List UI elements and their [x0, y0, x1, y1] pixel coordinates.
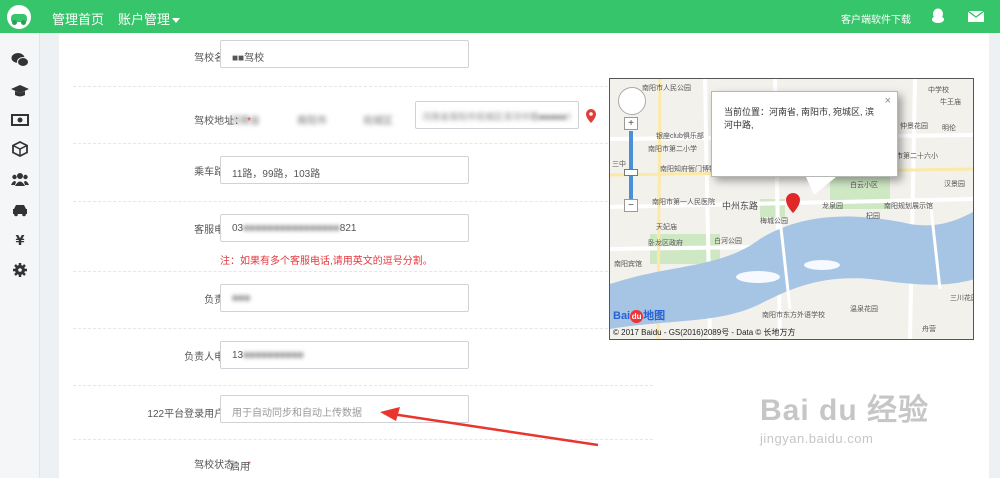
map-label-ziqi: 汉景园	[944, 181, 965, 188]
form-row-manager: 负责人：* ■■■	[73, 272, 653, 329]
location-info-text: 当前位置：河南省, 南阳市, 宛城区, 滨河中路,	[724, 107, 875, 130]
car-logo-icon[interactable]	[7, 5, 31, 29]
map-label-tianji: 天妃庙	[656, 224, 677, 231]
map-label-school-east: 南阳市东方外语学校	[762, 312, 825, 319]
map-label-zhongshan: 中学校	[928, 87, 949, 94]
map-label-sanchuan: 三川花园	[950, 295, 973, 302]
map-label-baiyun: 白云小区	[850, 182, 878, 189]
mail-icon[interactable]	[968, 11, 984, 22]
users-icon[interactable]	[11, 171, 29, 187]
form-row-service-phone: 客服电话：* 03■■■■■■■■■■■■■■■■821 注：如果有多个客服电话…	[73, 202, 653, 272]
map-label-club: 银座club俱乐部	[656, 133, 704, 140]
left-sidebar: ¥	[0, 33, 40, 478]
client-download-link[interactable]: 客户端软件下载	[841, 11, 911, 26]
map-label-baihe: 白河公园	[714, 238, 742, 245]
map-label-zhonghua: 仲景花园	[900, 123, 928, 130]
map-marker-icon[interactable]	[586, 109, 596, 123]
school-status-label: 驾校状态： *	[194, 460, 251, 471]
school-address-label: 驾校地址： *	[194, 116, 251, 127]
qq-penguin-icon[interactable]	[931, 8, 945, 24]
map-label-fuyou: 明伦	[942, 125, 956, 132]
top-navigation-bar: 管理首页 账户管理 客户端软件下载	[0, 0, 1000, 33]
map-label-longquan: 龙泉园	[822, 203, 843, 210]
address-detail-input[interactable]: 河南省南阳市宛城区滨河中路■■■■■!!	[415, 101, 579, 129]
manager-input[interactable]: ■■■	[220, 284, 469, 312]
map-label-binhe: 南阳宾馆	[614, 261, 642, 268]
annotation-arrow-icon	[380, 407, 599, 447]
map-pan-control[interactable]	[618, 87, 646, 115]
map-label-qiyuan: 杞园	[866, 213, 880, 220]
map-label-park: 南阳市人民公园	[642, 85, 691, 92]
map-label-meicheng: 梅城公园	[760, 218, 788, 225]
money-icon[interactable]	[11, 112, 29, 128]
zoom-slider-handle[interactable]	[624, 169, 638, 176]
zoom-in-button[interactable]: +	[624, 117, 638, 130]
zoom-out-button[interactable]: −	[624, 199, 638, 212]
map-label-school2: 南阳市第二小学	[648, 146, 697, 153]
yuan-icon[interactable]: ¥	[11, 232, 29, 248]
service-phone-hint: 注：如果有多个客服电话,请用英文的逗号分割。	[220, 256, 433, 267]
district-select[interactable]: 宛城区	[363, 112, 393, 127]
nav-account-label: 账户管理	[118, 12, 171, 27]
map-label-hospital: 南阳市第一人民医院	[652, 199, 715, 206]
manager-phone-input[interactable]: 13■■■■■■■■■■	[220, 341, 469, 369]
bus-route-input[interactable]: 11路，99路，103路	[220, 156, 469, 184]
map-label-road-main: 中州东路	[722, 201, 759, 211]
zoom-slider-track[interactable]	[629, 131, 633, 199]
map-label-wolong: 卧龙区政府	[648, 240, 683, 247]
map-copyright: © 2017 Baidu - GS(2016)2089号 - Data © 长地…	[613, 328, 796, 337]
service-phone-input[interactable]: 03■■■■■■■■■■■■■■■■821	[220, 214, 469, 242]
svg-text:¥: ¥	[15, 234, 24, 248]
chevron-down-icon	[172, 18, 181, 24]
form-row-school-address: 驾校地址： * 河南省 南阳市 宛城区 河南省南阳市宛城区滨河中路■■■■■!!	[73, 87, 653, 144]
gear-icon[interactable]	[11, 262, 29, 278]
nav-account-menu[interactable]: 账户管理	[118, 9, 181, 28]
form-row-school-name: 驾校名称：* ■■驾校	[73, 33, 653, 87]
form-row-manager-phone: 负责人电话：* 13■■■■■■■■■■	[73, 329, 653, 386]
location-info-window: 当前位置：河南省, 南阳市, 宛城区, 滨河中路, ×	[711, 91, 898, 177]
wechat-icon[interactable]	[11, 52, 29, 68]
info-window-tail	[806, 177, 836, 195]
baidu-map[interactable]: 南阳市人民公园 银座club俱乐部 南阳市第二小学 南阳知府衙门博物馆 南阳市第…	[609, 78, 974, 340]
graduation-cap-icon[interactable]	[11, 83, 29, 99]
baidu-map-logo: Bai du 地图	[613, 310, 666, 323]
province-select[interactable]: 河南省	[230, 112, 260, 127]
map-label-niuwang: 牛王庙	[940, 99, 961, 106]
car-icon[interactable]	[11, 202, 29, 218]
location-marker-icon[interactable]	[786, 193, 800, 213]
map-label-planning: 南阳规划展示馆	[884, 203, 933, 210]
city-select[interactable]: 南阳市	[297, 112, 327, 127]
map-label-zhuzhou: 舟营	[922, 326, 936, 333]
school-name-input[interactable]: ■■驾校	[220, 40, 469, 68]
school-status-value[interactable]: 启用	[230, 458, 250, 473]
nav-home-link[interactable]: 管理首页	[52, 9, 104, 28]
info-window-close-icon[interactable]: ×	[885, 95, 891, 108]
form-row-bus-route: 乘车路线：* 11路，99路，103路	[73, 144, 653, 202]
baidu-jingyan-watermark: Bai du 经验 jingyan.baidu.com	[760, 394, 930, 446]
map-label-wenquan: 温泉花园	[850, 306, 878, 313]
cube-icon[interactable]	[11, 141, 29, 157]
map-zoom-control: + −	[624, 117, 638, 213]
